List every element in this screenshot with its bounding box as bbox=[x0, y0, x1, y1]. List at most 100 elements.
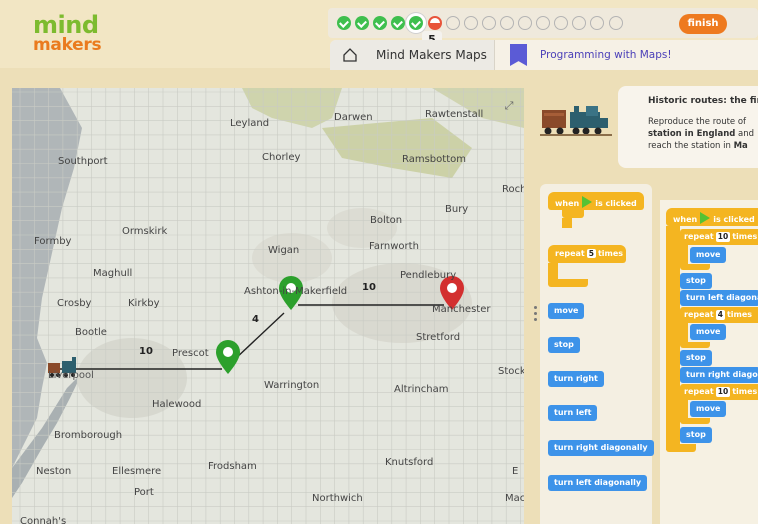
palette-turn-left-diagonally-block[interactable]: turn left diagonally bbox=[548, 475, 648, 491]
script-repeat-block[interactable]: repeat 10 times bbox=[680, 384, 758, 400]
expand-icon[interactable]: ⤢ bbox=[499, 96, 519, 116]
tab-label: Mind Makers Maps bbox=[376, 48, 487, 62]
place-label: Crosby bbox=[57, 298, 92, 309]
home-icon bbox=[343, 48, 357, 62]
place-label: Halewood bbox=[152, 399, 202, 410]
place-label: Bolton bbox=[370, 215, 403, 226]
script-stop-block[interactable]: stop bbox=[680, 350, 712, 366]
block-label: repeat bbox=[684, 232, 714, 241]
place-label: Kirkby bbox=[128, 298, 160, 309]
place-label: Altrincham bbox=[394, 384, 449, 395]
block-label: times bbox=[732, 232, 758, 241]
block-label: is clicked bbox=[713, 215, 755, 224]
progress-step-7[interactable] bbox=[445, 16, 460, 30]
place-label: Stretford bbox=[416, 332, 461, 343]
script-turn-left-diagonally-block[interactable]: turn left diagonally bbox=[680, 290, 758, 306]
place-label: E bbox=[512, 466, 519, 477]
block-label: repeat bbox=[684, 387, 714, 396]
segment-length-label: 10 bbox=[139, 346, 153, 357]
palette-turn-right-diagonally-block[interactable]: turn right diagonally bbox=[548, 440, 654, 456]
repeat-count-field[interactable]: 5 bbox=[586, 249, 596, 258]
bookmark-icon bbox=[510, 44, 527, 66]
repeat-count-field[interactable]: 10 bbox=[715, 387, 731, 397]
repeat-count-field[interactable]: 4 bbox=[715, 310, 725, 320]
tab-programming-with-maps[interactable]: Programming with Maps! bbox=[540, 49, 672, 61]
progress-step-14[interactable] bbox=[572, 16, 587, 30]
progress-step-4[interactable] bbox=[391, 16, 406, 30]
progress-step-12[interactable] bbox=[536, 16, 551, 30]
instruction-title: Historic routes: the firs bbox=[648, 96, 758, 106]
repeat-arm bbox=[680, 418, 710, 424]
progress-step-15[interactable] bbox=[590, 16, 605, 30]
script-move-block[interactable]: move bbox=[690, 247, 727, 263]
logo-line1: mind bbox=[33, 11, 99, 39]
progress-step-2[interactable] bbox=[355, 16, 370, 30]
segment-length-label: 4 bbox=[252, 314, 259, 325]
map-view[interactable]: Leyland Darwen Rawtenstall Southport Cho… bbox=[12, 88, 524, 524]
place-label: Ramsbottom bbox=[402, 154, 466, 165]
palette-move-block[interactable]: move bbox=[548, 303, 585, 319]
script-stop-block[interactable]: stop bbox=[680, 427, 712, 443]
tab-bar: Mind Makers Maps Programming with Maps! bbox=[330, 40, 758, 70]
repeat-arm bbox=[548, 279, 588, 287]
place-label: Mac bbox=[505, 493, 524, 504]
place-label: Ashton-in-Makerfield bbox=[244, 286, 348, 297]
script-turn-right-diagonally-block[interactable]: turn right diagonally bbox=[680, 367, 758, 383]
panel-resize-handle[interactable] bbox=[533, 306, 539, 324]
place-label: Pendlebury bbox=[400, 270, 457, 281]
repeat-count-field[interactable]: 10 bbox=[715, 232, 731, 242]
place-label: Chorley bbox=[262, 152, 301, 163]
progress-step-3[interactable] bbox=[373, 16, 388, 30]
palette-when-notch bbox=[562, 218, 572, 228]
place-label: Farnworth bbox=[369, 241, 419, 252]
finish-button[interactable]: finish bbox=[679, 14, 727, 34]
progress-step-13[interactable] bbox=[554, 16, 569, 30]
place-label: Frodsham bbox=[208, 461, 257, 472]
mind-makers-logo[interactable]: mind makers bbox=[33, 11, 102, 55]
progress-step-11[interactable] bbox=[518, 16, 532, 30]
place-label: Ormskirk bbox=[122, 226, 168, 237]
palette-turn-right-block[interactable]: turn right bbox=[548, 371, 604, 387]
progress-step-5[interactable] bbox=[409, 16, 424, 30]
green-flag-icon bbox=[700, 212, 711, 224]
place-label: Bootle bbox=[75, 327, 107, 338]
tab-mind-makers-maps[interactable]: Mind Makers Maps bbox=[330, 40, 495, 70]
place-label: Connah's bbox=[20, 516, 67, 524]
instruction-bold: Ma bbox=[733, 141, 748, 151]
script-spine-end bbox=[666, 444, 696, 452]
script-repeat-block[interactable]: repeat 10 times bbox=[680, 229, 758, 245]
logo-line2: makers bbox=[33, 35, 102, 55]
instruction-line: and bbox=[735, 129, 755, 139]
place-label: Maghull bbox=[93, 268, 133, 279]
script-repeat-block[interactable]: repeat 4 times bbox=[680, 307, 758, 323]
train-illustration-icon bbox=[540, 106, 612, 136]
place-label: Wigan bbox=[268, 245, 300, 256]
progress-step-1[interactable] bbox=[337, 16, 351, 30]
script-move-block[interactable]: move bbox=[690, 401, 727, 417]
progress-step-9[interactable] bbox=[481, 16, 496, 30]
place-label: Darwen bbox=[334, 112, 373, 123]
repeat-arm bbox=[548, 263, 558, 279]
place-label: Southport bbox=[58, 156, 108, 167]
repeat-arm bbox=[680, 264, 710, 270]
block-label: repeat bbox=[684, 310, 714, 319]
place-label: Rawtenstall bbox=[425, 109, 484, 120]
block-label: is clicked bbox=[595, 199, 637, 208]
progress-step-10[interactable] bbox=[499, 16, 514, 30]
progress-step-8[interactable] bbox=[463, 16, 478, 30]
palette-stop-block[interactable]: stop bbox=[548, 337, 580, 353]
palette-when-clicked-block[interactable]: when is clicked bbox=[548, 192, 644, 210]
palette-repeat-block[interactable]: repeat 5 times bbox=[548, 245, 626, 263]
block-label: repeat bbox=[555, 249, 585, 258]
place-label: Prescot bbox=[172, 348, 209, 359]
repeat-arm bbox=[680, 342, 710, 348]
script-when-clicked-block[interactable]: when is clicked bbox=[666, 208, 758, 226]
progress-step-16[interactable] bbox=[608, 16, 623, 30]
place-label: Manchester bbox=[432, 304, 491, 315]
place-label: Knutsford bbox=[385, 457, 434, 468]
script-move-block[interactable]: move bbox=[690, 324, 727, 340]
progress-step-6[interactable] bbox=[427, 16, 442, 30]
place-label: Formby bbox=[34, 236, 72, 247]
script-stop-block[interactable]: stop bbox=[680, 273, 712, 289]
palette-turn-left-block[interactable]: turn left bbox=[548, 405, 598, 421]
